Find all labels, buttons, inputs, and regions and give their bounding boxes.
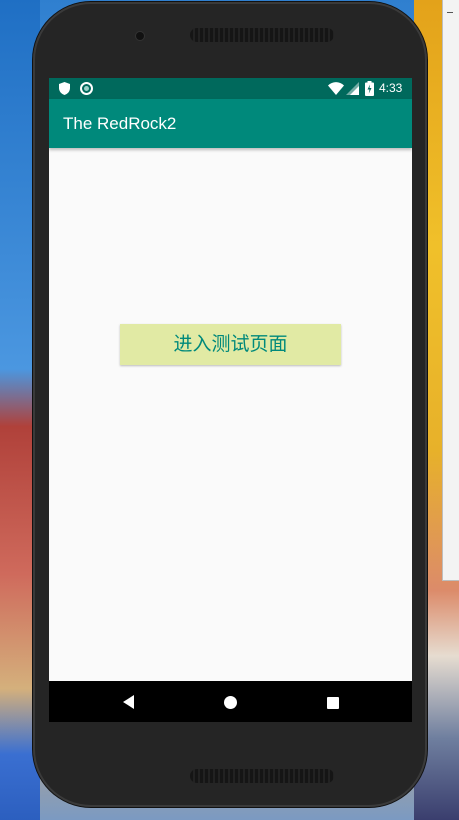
circle-icon	[80, 82, 93, 95]
side-window-mark	[447, 12, 453, 13]
front-camera	[136, 32, 144, 40]
wifi-icon	[328, 82, 344, 95]
back-icon[interactable]	[122, 695, 136, 709]
bottom-speaker	[190, 769, 334, 783]
status-time: 4:33	[379, 81, 403, 95]
app-title: The RedRock2	[63, 114, 177, 133]
enter-test-page-button[interactable]: 进入测试页面	[120, 324, 341, 365]
battery-icon	[365, 81, 374, 96]
earpiece-speaker	[190, 28, 334, 42]
shield-icon	[59, 82, 70, 95]
status-bar: 4:33	[49, 78, 412, 99]
home-icon[interactable]	[224, 696, 237, 709]
device-screen: 4:33 The RedRock2 进入测试页面	[49, 78, 412, 722]
navigation-bar	[49, 681, 412, 722]
app-bar: The RedRock2	[49, 99, 412, 148]
signal-icon	[346, 82, 359, 95]
recent-apps-icon[interactable]	[327, 697, 339, 709]
side-window-panel	[442, 0, 459, 581]
